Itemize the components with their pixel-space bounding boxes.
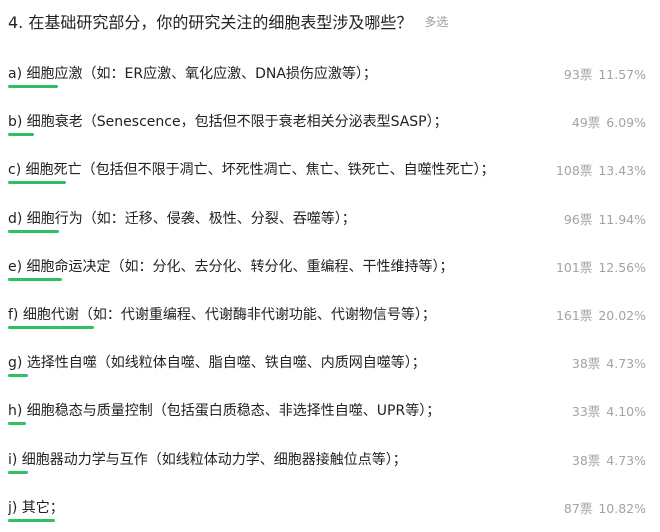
result-option: i) 细胞器动力学与互作（如线粒体动力学、细胞器接触位点等）； 38票 4.73% xyxy=(0,436,660,484)
option-stats: 108票 13.43% xyxy=(556,160,646,179)
option-label: j) 其它； xyxy=(8,499,64,516)
result-option: b) 细胞衰老（Senescence，包括但不限于衰老相关分泌表型SASP）； 4… xyxy=(0,98,660,146)
option-stats: 38票 4.73% xyxy=(572,353,646,372)
vote-count: 33票 xyxy=(571,404,601,420)
vote-count: 38票 xyxy=(571,356,601,372)
vote-percent: 11.94% xyxy=(598,211,646,227)
question-header: 4. 在基础研究部分，你的研究关注的细胞表型涉及哪些？ 多选 xyxy=(8,8,448,34)
progress-bar xyxy=(8,518,55,522)
progress-bar xyxy=(8,229,59,233)
option-stats: 49票 6.09% xyxy=(572,112,646,131)
option-stats: 101票 12.56% xyxy=(556,257,646,276)
result-option: e) 细胞命运决定（如：分化、去分化、转分化、重编程、干性维持等）； 101票 12… xyxy=(0,243,660,291)
option-label: g) 选择性自噬（如线粒体自噬、脂自噬、铁自噬、内质网自噬等）； xyxy=(8,355,426,372)
multi-select-tag: 多选 xyxy=(424,14,449,29)
result-option: f) 细胞代谢（如：代谢重编程、代谢酶非代谢功能、代谢物信号等）； 161票 20.… xyxy=(0,291,660,339)
result-option: d) 细胞行为（如：迁移、侵袭、极性、分裂、吞噬等）； 96票 11.94% xyxy=(0,195,660,243)
option-label: d) 细胞行为（如：迁移、侵袭、极性、分裂、吞噬等）； xyxy=(8,210,356,227)
vote-percent: 11.57% xyxy=(598,67,646,82)
option-stats: 161票 20.02% xyxy=(556,305,646,324)
option-label: i) 细胞器动力学与互作（如线粒体动力学、细胞器接触位点等）； xyxy=(8,451,407,468)
vote-percent: 4.10% xyxy=(606,404,646,420)
result-option: c) 细胞死亡（包括但不限于凋亡、坏死性凋亡、焦亡、铁死亡、自噬性死亡）； 108… xyxy=(0,146,660,194)
option-label: b) 细胞衰老（Senescence，包括但不限于衰老相关分泌表型SASP）； xyxy=(8,114,448,131)
vote-percent: 10.82% xyxy=(598,500,646,516)
progress-bar xyxy=(8,133,34,137)
option-label: f) 细胞代谢（如：代谢重编程、代谢酶非代谢功能、代谢物信号等）； xyxy=(8,306,436,323)
progress-bar xyxy=(8,277,62,281)
option-list: a) 细胞应激（如：ER应激、氧化应激、DNA损伤应激等）； 93票 11.57% b… xyxy=(0,50,660,532)
progress-bar xyxy=(8,470,28,474)
result-option: a) 细胞应激（如：ER应激、氧化应激、DNA损伤应激等）； 93票 11.57% xyxy=(0,50,660,98)
option-stats: 93票 11.57% xyxy=(564,64,646,83)
vote-percent: 6.09% xyxy=(606,115,646,131)
vote-count: 87票 xyxy=(563,500,593,516)
progress-bar xyxy=(8,374,28,378)
vote-percent: 4.73% xyxy=(606,452,646,468)
vote-percent: 12.56% xyxy=(598,259,646,275)
option-label: a) 细胞应激（如：ER应激、氧化应激、DNA损伤应激等）； xyxy=(8,66,377,82)
vote-percent: 13.43% xyxy=(598,163,646,179)
option-stats: 87票 10.82% xyxy=(564,498,646,517)
result-option: g) 选择性自噬（如线粒体自噬、脂自噬、铁自噬、内质网自噬等）； 38票 4.73% xyxy=(0,339,660,387)
vote-percent: 20.02% xyxy=(598,307,646,323)
result-option: j) 其它； 87票 10.82% xyxy=(0,484,660,532)
progress-bar xyxy=(8,325,94,329)
vote-count: 161票 xyxy=(555,307,593,323)
vote-count: 108票 xyxy=(555,163,593,179)
option-stats: 33票 4.10% xyxy=(572,401,646,420)
question-title: 4. 在基础研究部分，你的研究关注的细胞表型涉及哪些？ xyxy=(8,13,413,32)
option-label: h) 细胞稳态与质量控制（包括蛋白质稳态、非选择性自噬、UPR等）； xyxy=(8,403,441,420)
vote-percent: 4.73% xyxy=(606,356,646,372)
progress-bar xyxy=(8,85,58,88)
progress-bar xyxy=(8,181,66,185)
result-option: h) 细胞稳态与质量控制（包括蛋白质稳态、非选择性自噬、UPR等）； 33票 4.1… xyxy=(0,387,660,435)
progress-bar xyxy=(8,422,26,426)
vote-count: 96票 xyxy=(563,211,593,227)
option-stats: 38票 4.73% xyxy=(572,450,646,469)
vote-count: 93票 xyxy=(563,67,593,82)
option-stats: 96票 11.94% xyxy=(564,209,646,228)
option-label: c) 细胞死亡（包括但不限于凋亡、坏死性凋亡、焦亡、铁死亡、自噬性死亡）； xyxy=(8,162,495,179)
option-label: e) 细胞命运决定（如：分化、去分化、转分化、重编程、干性维持等）； xyxy=(8,258,454,275)
vote-count: 101票 xyxy=(555,259,593,275)
vote-count: 49票 xyxy=(571,115,601,131)
vote-count: 38票 xyxy=(571,452,601,468)
